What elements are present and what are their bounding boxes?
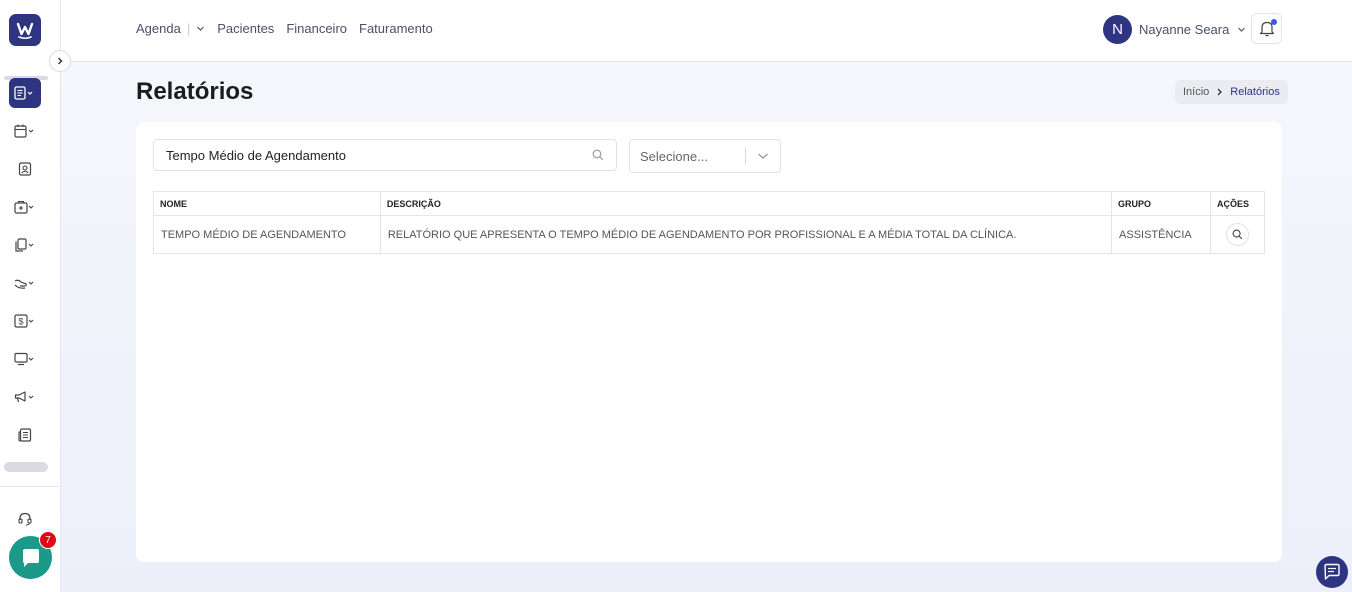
sidebar: $ [0, 0, 61, 592]
dollar-icon: $ [14, 314, 34, 328]
page-title: Relatórios [136, 78, 254, 105]
documents-icon [15, 238, 34, 252]
breadcrumb-current: Relatórios [1230, 86, 1280, 98]
breadcrumb-separator-icon [1216, 88, 1223, 96]
sidebar-item-news[interactable] [9, 420, 41, 450]
floating-message-button[interactable] [1316, 556, 1348, 588]
cell-acoes [1210, 215, 1265, 254]
reports-card: Tempo Médio de Agendamento Selecione... … [136, 122, 1282, 562]
sidebar-item-monitor[interactable] [9, 344, 41, 374]
reports-table: NOME DESCRIÇÃO GRUPO AÇÕES TEMPO MÉDIO D… [153, 191, 1265, 254]
app-logo[interactable] [9, 14, 41, 46]
notification-dot [1271, 19, 1277, 25]
top-navigation: Agenda | Pacientes Financeiro Faturament… [136, 21, 445, 36]
top-header: Agenda | Pacientes Financeiro Faturament… [61, 0, 1352, 62]
sidebar-item-calendar[interactable] [9, 116, 41, 146]
sidebar-item-reports[interactable] [9, 78, 41, 108]
nav-link-financeiro[interactable]: Financeiro [286, 21, 347, 36]
cell-grupo: ASSISTÊNCIA [1111, 215, 1211, 254]
chevron-down-icon [197, 26, 205, 31]
view-report-button[interactable] [1226, 223, 1249, 246]
sidebar-item-finance[interactable]: $ [9, 306, 41, 336]
sidebar-item-marketing[interactable] [9, 382, 41, 412]
hand-heart-icon [14, 279, 34, 289]
column-header-nome[interactable]: NOME [153, 191, 381, 216]
calendar-icon [14, 124, 34, 138]
sidebar-item-clinic[interactable] [9, 192, 41, 222]
user-name: Nayanne Seara [1139, 22, 1230, 37]
column-header-acoes: AÇÕES [1210, 191, 1265, 216]
patient-card-icon [18, 162, 32, 176]
search-icon [1232, 229, 1243, 240]
notifications-button[interactable] [1251, 13, 1282, 44]
briefcase-medical-icon [14, 200, 34, 214]
nav-separator: | [186, 21, 191, 36]
chevron-down-icon [758, 153, 768, 159]
megaphone-icon [14, 391, 34, 403]
sidebar-item-procedures[interactable] [9, 268, 41, 298]
breadcrumb-home[interactable]: Início [1183, 86, 1209, 98]
column-header-grupo[interactable]: GRUPO [1111, 191, 1211, 216]
report-icon [14, 86, 33, 100]
select-dropdown-toggle[interactable] [746, 152, 780, 160]
search-input[interactable]: Tempo Médio de Agendamento [153, 139, 617, 171]
search-icon [592, 149, 604, 161]
sidebar-scrollbar[interactable] [4, 462, 48, 472]
user-menu[interactable]: N Nayanne Seara [1103, 15, 1246, 44]
avatar: N [1103, 15, 1132, 44]
chat-icon [22, 548, 39, 567]
svg-text:$: $ [18, 317, 23, 327]
nav-link-pacientes[interactable]: Pacientes [217, 21, 274, 36]
headset-icon [18, 512, 32, 526]
message-icon [1324, 563, 1340, 580]
table-row[interactable]: TEMPO MÉDIO DE AGENDAMENTO RELATÓRIO QUE… [153, 215, 1265, 254]
table-header-row: NOME DESCRIÇÃO GRUPO AÇÕES [153, 191, 1265, 216]
sidebar-item-patients[interactable] [9, 154, 41, 184]
chat-notification-badge: 7 [39, 531, 57, 549]
cell-nome: TEMPO MÉDIO DE AGENDAMENTO [153, 215, 381, 254]
newspaper-icon [18, 428, 32, 442]
sidebar-item-support[interactable] [9, 504, 41, 534]
nav-link-faturamento[interactable]: Faturamento [359, 21, 433, 36]
sidebar-divider [0, 486, 60, 487]
agenda-dropdown-toggle[interactable] [196, 24, 205, 33]
group-select[interactable]: Selecione... [629, 139, 781, 173]
cell-descricao: RELATÓRIO QUE APRESENTA O TEMPO MÉDIO DE… [379, 215, 1113, 254]
search-input-value[interactable]: Tempo Médio de Agendamento [166, 148, 592, 163]
nav-link-agenda[interactable]: Agenda [136, 21, 181, 36]
chevron-right-icon [58, 57, 63, 65]
group-select-placeholder: Selecione... [640, 148, 708, 164]
breadcrumb: Início Relatórios [1175, 80, 1288, 104]
monitor-icon [14, 352, 34, 366]
chevron-down-icon [1238, 27, 1246, 32]
sidebar-toggle-button[interactable] [49, 50, 71, 72]
sidebar-item-documents[interactable] [9, 230, 41, 260]
logo-w-icon [16, 22, 34, 40]
column-header-descricao[interactable]: DESCRIÇÃO [379, 191, 1113, 216]
